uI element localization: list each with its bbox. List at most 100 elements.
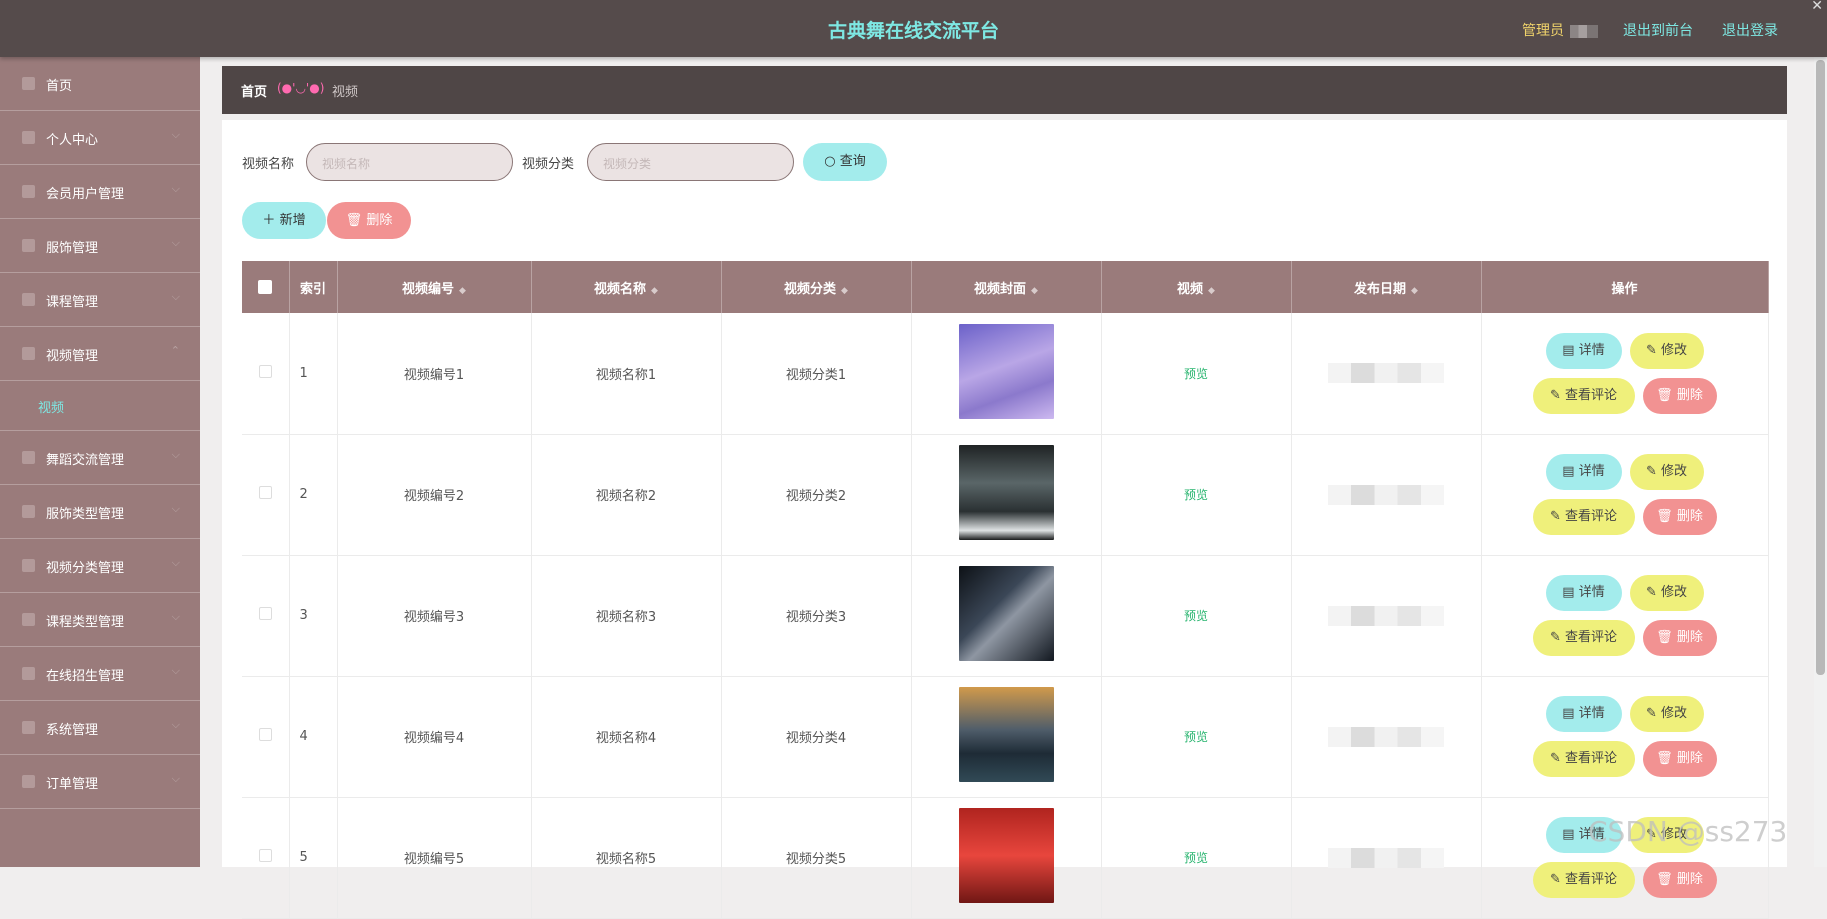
column-header[interactable]: 视频分类 ◆ [721,261,912,313]
sort-icon[interactable]: ◆ [841,286,848,296]
sort-icon[interactable]: ◆ [651,286,658,296]
row-checkbox[interactable] [258,849,272,862]
column-header[interactable]: 视频封面 ◆ [911,261,1102,313]
row-delete-button[interactable]: 🗑 删除 [1642,499,1717,535]
column-header[interactable]: 视频 ◆ [1101,261,1292,313]
plus-icon: ＋ [262,213,276,228]
batch-delete-button[interactable]: 🗑 删除 [327,202,411,239]
view-comments-button[interactable]: ✎ 查看评论 [1532,499,1635,535]
pencil-icon: ✎ [1549,630,1561,645]
column-header[interactable]: 视频编号 ◆ [337,261,532,313]
sidebar-item-admissions[interactable]: 在线招生管理 ⌵ [0,647,200,701]
sidebar-item-orders[interactable]: 订单管理 ⌵ [0,755,200,809]
video-cover-image[interactable] [958,687,1054,782]
sidebar-item-costumes[interactable]: 服饰管理 ⌵ [0,219,200,273]
column-header-label: 视频编号 [402,281,455,297]
column-header-label: 视频分类 [784,281,837,297]
view-comments-button[interactable]: ✎ 查看评论 [1532,377,1635,414]
row-checkbox[interactable] [258,728,272,741]
view-comments-label: 查看评论 [1565,509,1618,524]
detail-button[interactable]: ▤ 详情 [1545,696,1622,732]
sidebar-item-system[interactable]: 系统管理 ⌵ [0,701,200,755]
sidebar-item-course-types[interactable]: 课程类型管理 ⌵ [0,593,200,647]
sidebar-item-label: 视频 [38,401,65,416]
detail-button-label: 详情 [1578,464,1605,479]
row-delete-button[interactable]: 🗑 删除 [1642,862,1717,898]
video-preview-link[interactable]: 预览 [1184,609,1208,623]
video-cover-image[interactable] [958,323,1054,419]
close-icon[interactable]: ✕ [1811,0,1823,14]
sidebar-item-members[interactable]: 会员用户管理 ⌵ [0,165,200,219]
row-delete-label: 删除 [1676,387,1703,403]
video-category: 视频分类5 [721,797,912,919]
send-icon [22,185,35,198]
detail-button[interactable]: ▤ 详情 [1545,575,1622,611]
sidebar-item-courses[interactable]: 课程管理 ⌵ [0,273,200,327]
sort-icon[interactable]: ◆ [1208,286,1215,296]
publish-date-blurred [1328,363,1444,384]
select-all-checkbox[interactable] [258,280,273,294]
column-header[interactable]: 视频名称 ◆ [531,261,722,313]
row-checkbox[interactable] [258,486,272,499]
column-header-label: 索引 [299,281,326,297]
breadcrumb-current: 视频 [332,85,359,100]
sidebar-item-videos[interactable]: 视频管理 ⌃ [0,327,200,381]
edit-button-label: 修改 [1661,342,1688,358]
view-comments-button[interactable]: ✎ 查看评论 [1532,620,1635,656]
sidebar-item-label: 订单管理 [46,777,99,792]
row-delete-button[interactable]: 🗑 删除 [1642,620,1717,656]
column-header-label: 视频名称 [594,281,647,297]
edit-button[interactable]: ✎ 修改 [1629,696,1704,732]
video-preview-link[interactable]: 预览 [1184,851,1208,865]
sidebar-item-home[interactable]: 首页 [0,57,200,111]
row-delete-button[interactable]: 🗑 删除 [1642,377,1717,414]
video-preview-link[interactable]: 预览 [1184,488,1208,502]
sort-icon[interactable]: ◆ [1031,286,1038,296]
row-checkbox[interactable] [258,607,272,620]
pencil-icon: ✎ [1549,509,1561,524]
scrollbar-thumb[interactable] [1816,60,1825,675]
edit-button[interactable]: ✎ 修改 [1629,332,1704,369]
sort-icon[interactable]: ◆ [459,286,466,296]
sidebar-item-label: 个人中心 [46,133,99,148]
detail-button[interactable]: ▤ 详情 [1545,332,1622,369]
delete-button-label: 删除 [366,213,393,228]
video-preview-link[interactable]: 预览 [1184,730,1208,744]
sidebar-item-dance-exchange[interactable]: 舞蹈交流管理 ⌵ [0,431,200,485]
breadcrumb-home[interactable]: 首页 [241,81,267,100]
chevron-down-icon: ⌵ [171,290,180,303]
chevron-down-icon: ⌵ [171,610,180,623]
view-comments-button[interactable]: ✎ 查看评论 [1532,741,1635,777]
chevron-down-icon: ⌵ [171,664,180,677]
column-header[interactable]: 发布日期 ◆ [1291,261,1482,313]
sidebar-item-costume-types[interactable]: 服饰类型管理 ⌵ [0,485,200,539]
edit-button[interactable]: ✎ 修改 [1629,575,1704,611]
pencil-icon: ✎ [1645,464,1657,479]
sidebar-subitem-video[interactable]: 视频 [0,381,200,431]
edit-button-label: 修改 [1661,585,1688,600]
view-comments-label: 查看评论 [1565,387,1618,403]
logout-link[interactable]: 退出登录 [1722,20,1778,40]
sidebar-item-label: 课程管理 [46,295,99,310]
gear-icon [22,721,35,734]
video-name-input[interactable]: 视频名称 [306,143,513,181]
view-comments-button[interactable]: ✎ 查看评论 [1532,862,1635,898]
edit-button[interactable]: ✎ 修改 [1629,454,1704,490]
video-preview-link[interactable]: 预览 [1184,367,1208,381]
video-cover-image[interactable] [958,808,1054,903]
back-to-front-link[interactable]: 退出到前台 [1623,20,1693,40]
video-cover-image[interactable] [958,445,1054,540]
search-button[interactable]: ○ 查询 [803,143,887,181]
row-checkbox[interactable] [258,364,272,378]
video-category-input[interactable]: 视频分类 [587,143,794,181]
view-comments-label: 查看评论 [1565,751,1618,766]
video-cover-image[interactable] [958,566,1054,661]
table-row: 4 视频编号4 视频名称4 视频分类4 预览 ▤ 详情 ✎ 修改 ✎ 查看评论 🗑 … [242,676,1769,798]
sidebar-item-profile[interactable]: 个人中心 ⌵ [0,111,200,165]
sidebar-item-video-categories[interactable]: 视频分类管理 ⌵ [0,539,200,593]
sort-icon[interactable]: ◆ [1411,286,1418,296]
row-delete-button[interactable]: 🗑 删除 [1642,741,1717,777]
video-code: 视频编号3 [337,555,532,677]
detail-button[interactable]: ▤ 详情 [1545,454,1622,490]
add-button[interactable]: ＋ 新增 [242,202,326,239]
